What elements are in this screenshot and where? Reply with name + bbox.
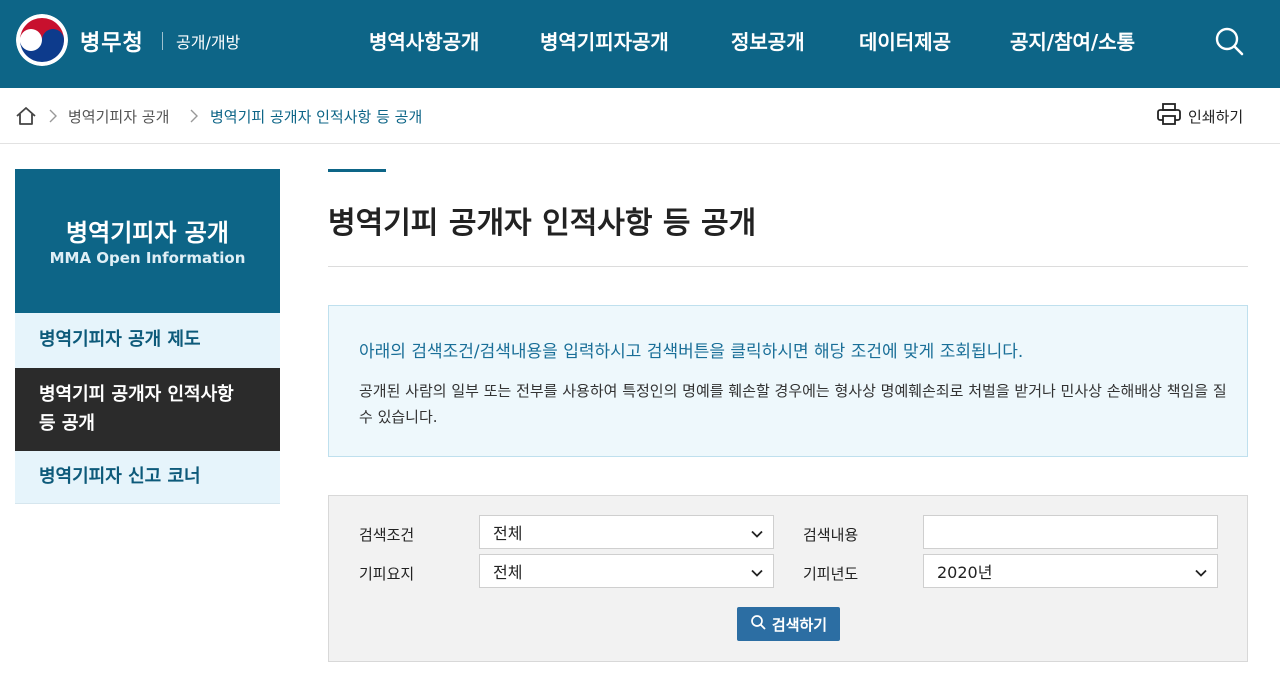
home-icon[interactable] <box>15 105 37 127</box>
breadcrumb-item-current[interactable]: 병역기피 공개자 인적사항 등 공개 <box>210 106 422 127</box>
nav-military-info[interactable]: 병역사항공개 <box>369 26 479 56</box>
sidebar-subtitle: MMA Open Information <box>49 249 246 267</box>
notice-box: 아래의 검색조건/검색내용을 입력하시고 검색버튼을 클릭하시면 해당 조건에 … <box>328 305 1248 457</box>
search-button-label: 검색하기 <box>771 615 828 634</box>
condition-select-value: 전체 <box>493 524 523 543</box>
site-header: 병무청 공개/개방 병역사항공개 병역기피자공개 정보공개 데이터제공 공지/참… <box>0 0 1280 88</box>
mma-logo[interactable] <box>16 14 68 66</box>
evasion-type-select[interactable]: 전체 <box>479 554 774 588</box>
sidebar-item-report-corner[interactable]: 병역기피자 신고 코너 <box>15 451 280 504</box>
keyword-label: 검색내용 <box>803 526 859 544</box>
nav-data-provision[interactable]: 데이터제공 <box>859 26 951 56</box>
search-icon <box>750 614 766 634</box>
nav-notice-participation[interactable]: 공지/참여/소통 <box>1010 26 1135 56</box>
keyword-input[interactable] <box>923 515 1218 549</box>
evasion-year-label: 기피년도 <box>803 565 859 583</box>
nav-evader-disclosure[interactable]: 병역기피자공개 <box>540 26 669 56</box>
search-icon[interactable] <box>1212 24 1246 58</box>
search-form: 검색조건 전체 검색내용 기피요지 전체 기피년도 2020년 검색하기 <box>328 495 1248 662</box>
print-button[interactable]: 인쇄하기 <box>1156 103 1243 129</box>
condition-label: 검색조건 <box>359 526 415 544</box>
notice-warning-text: 공개된 사람의 일부 또는 전부를 사용하여 특정인의 명예를 훼손할 경우에는… <box>359 382 1227 427</box>
evasion-year-select[interactable]: 2020년 <box>923 554 1218 588</box>
search-button[interactable]: 검색하기 <box>737 607 840 641</box>
logo-text[interactable]: 병무청 <box>80 25 144 57</box>
chevron-down-icon <box>750 565 764 579</box>
evasion-year-select-value: 2020년 <box>937 563 993 582</box>
logo-divider <box>162 32 163 50</box>
chevron-down-icon <box>750 526 764 540</box>
condition-select[interactable]: 전체 <box>479 515 774 549</box>
sidebar-item-evader-list[interactable]: 병역기피 공개자 인적사항 등 공개 <box>15 368 280 451</box>
chevron-right-icon <box>48 108 58 124</box>
chevron-down-icon <box>1194 565 1208 579</box>
evasion-type-label: 기피요지 <box>359 565 415 583</box>
print-label: 인쇄하기 <box>1188 107 1244 126</box>
breadcrumb-item-evader[interactable]: 병역기피자 공개 <box>68 106 169 127</box>
logo-subtitle[interactable]: 공개/개방 <box>176 29 240 53</box>
evasion-type-select-value: 전체 <box>493 563 523 582</box>
sidebar-item-disclosure-system[interactable]: 병역기피자 공개 제도 <box>15 313 280 368</box>
notice-main-text: 아래의 검색조건/검색내용을 입력하시고 검색버튼을 클릭하시면 해당 조건에 … <box>359 342 1024 362</box>
chevron-right-icon <box>189 108 199 124</box>
title-divider <box>328 266 1248 267</box>
title-accent-bar <box>328 169 386 172</box>
printer-icon <box>1156 101 1182 131</box>
breadcrumb: 병역기피자 공개 병역기피 공개자 인적사항 등 공개 인쇄하기 <box>0 88 1280 144</box>
page-title: 병역기피 공개자 인적사항 등 공개 <box>328 206 757 241</box>
sidebar-header: 병역기피자 공개 MMA Open Information <box>15 169 280 313</box>
nav-info-disclosure[interactable]: 정보공개 <box>731 26 805 56</box>
sidebar-title: 병역기피자 공개 <box>66 219 229 247</box>
